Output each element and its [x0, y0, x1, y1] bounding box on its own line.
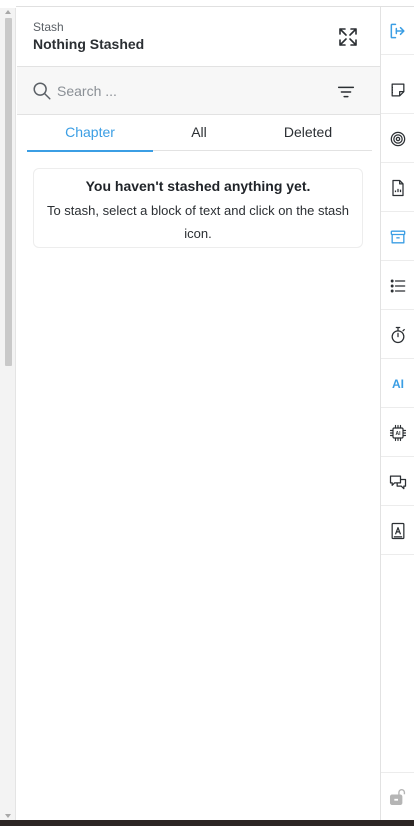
search-icon — [33, 82, 51, 100]
note-icon — [391, 83, 405, 96]
target-icon — [390, 131, 406, 146]
scroll-down-arrow[interactable] — [5, 814, 11, 818]
expand-icon[interactable] — [336, 25, 360, 49]
panel-header: Stash Nothing Stashed — [17, 7, 380, 67]
scrollbar[interactable] — [0, 8, 16, 820]
search-bar — [17, 67, 380, 115]
contact-book-icon — [391, 522, 405, 539]
rail-contacts-button[interactable] — [381, 507, 414, 555]
rail-exit-button[interactable] — [381, 7, 414, 55]
list-icon — [390, 279, 406, 292]
ai-chip-icon: AI — [389, 424, 407, 441]
tab-bar: Chapter All Deleted — [27, 115, 372, 152]
exit-icon — [390, 23, 405, 38]
search-input[interactable] — [57, 79, 297, 103]
lock-icon — [389, 788, 406, 805]
report-icon — [392, 179, 404, 196]
stash-panel: Stash Nothing Stashed Chapter All Delete… — [17, 7, 380, 820]
rail-notes-button[interactable] — [381, 66, 414, 114]
svg-text:AI: AI — [396, 431, 402, 437]
stopwatch-icon — [391, 326, 405, 343]
rail-ai-chip-button[interactable]: AI — [381, 409, 414, 457]
panel-kicker: Stash — [33, 20, 64, 34]
tab-deleted[interactable]: Deleted — [245, 115, 371, 151]
rail-lock-button[interactable] — [381, 772, 414, 820]
scrollbar-thumb[interactable] — [5, 18, 12, 366]
empty-state-card: You haven't stashed anything yet. To sta… — [33, 168, 363, 248]
rail-timer-button[interactable] — [381, 311, 414, 359]
filter-icon[interactable] — [335, 81, 357, 103]
tab-chapter[interactable]: Chapter — [27, 115, 153, 152]
bottom-edge — [0, 820, 414, 826]
right-toolbar: AI AI — [380, 7, 414, 820]
rail-stash-button[interactable] — [381, 213, 414, 261]
stash-box-icon — [390, 230, 406, 243]
empty-state-heading: You haven't stashed anything yet. — [85, 178, 311, 194]
rail-chat-button[interactable] — [381, 458, 414, 506]
empty-state-message: To stash, select a block of text and cli… — [46, 203, 350, 241]
rail-ai-label[interactable]: AI — [381, 360, 414, 408]
tab-all[interactable]: All — [153, 115, 245, 151]
chat-icon — [389, 475, 407, 489]
scroll-up-arrow[interactable] — [5, 10, 11, 14]
panel-title: Nothing Stashed — [33, 36, 145, 52]
rail-outline-button[interactable] — [381, 262, 414, 310]
rail-report-button[interactable] — [381, 164, 414, 212]
rail-goals-button[interactable] — [381, 115, 414, 163]
